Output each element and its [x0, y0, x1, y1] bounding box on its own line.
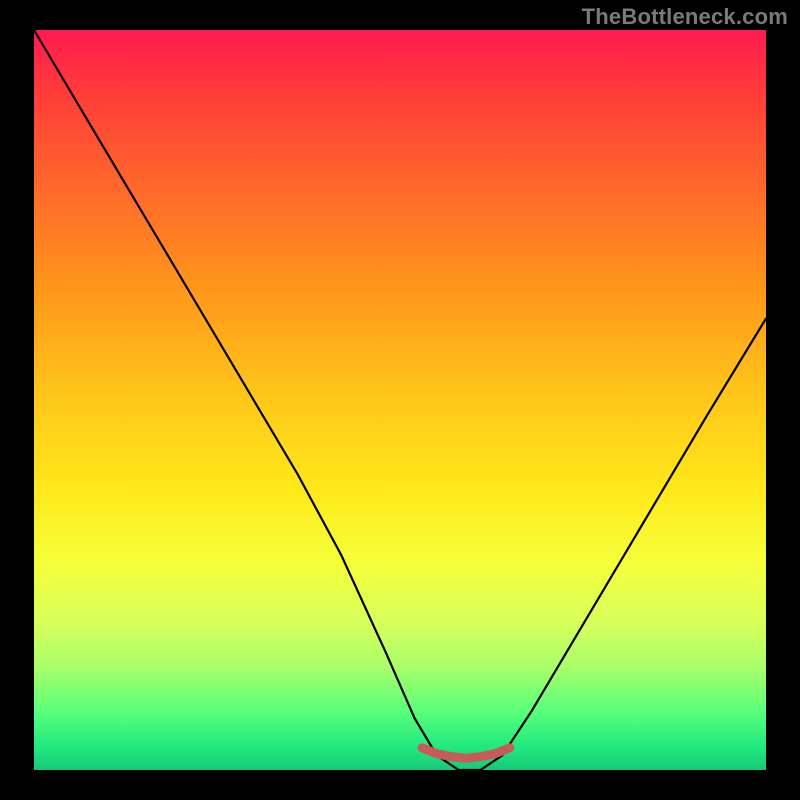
bottleneck-curve [34, 30, 766, 770]
optimal-marker [422, 748, 510, 758]
plot-area [34, 30, 766, 770]
chart-frame: TheBottleneck.com [0, 0, 800, 800]
curves-svg [34, 30, 766, 770]
watermark-text: TheBottleneck.com [582, 4, 788, 30]
